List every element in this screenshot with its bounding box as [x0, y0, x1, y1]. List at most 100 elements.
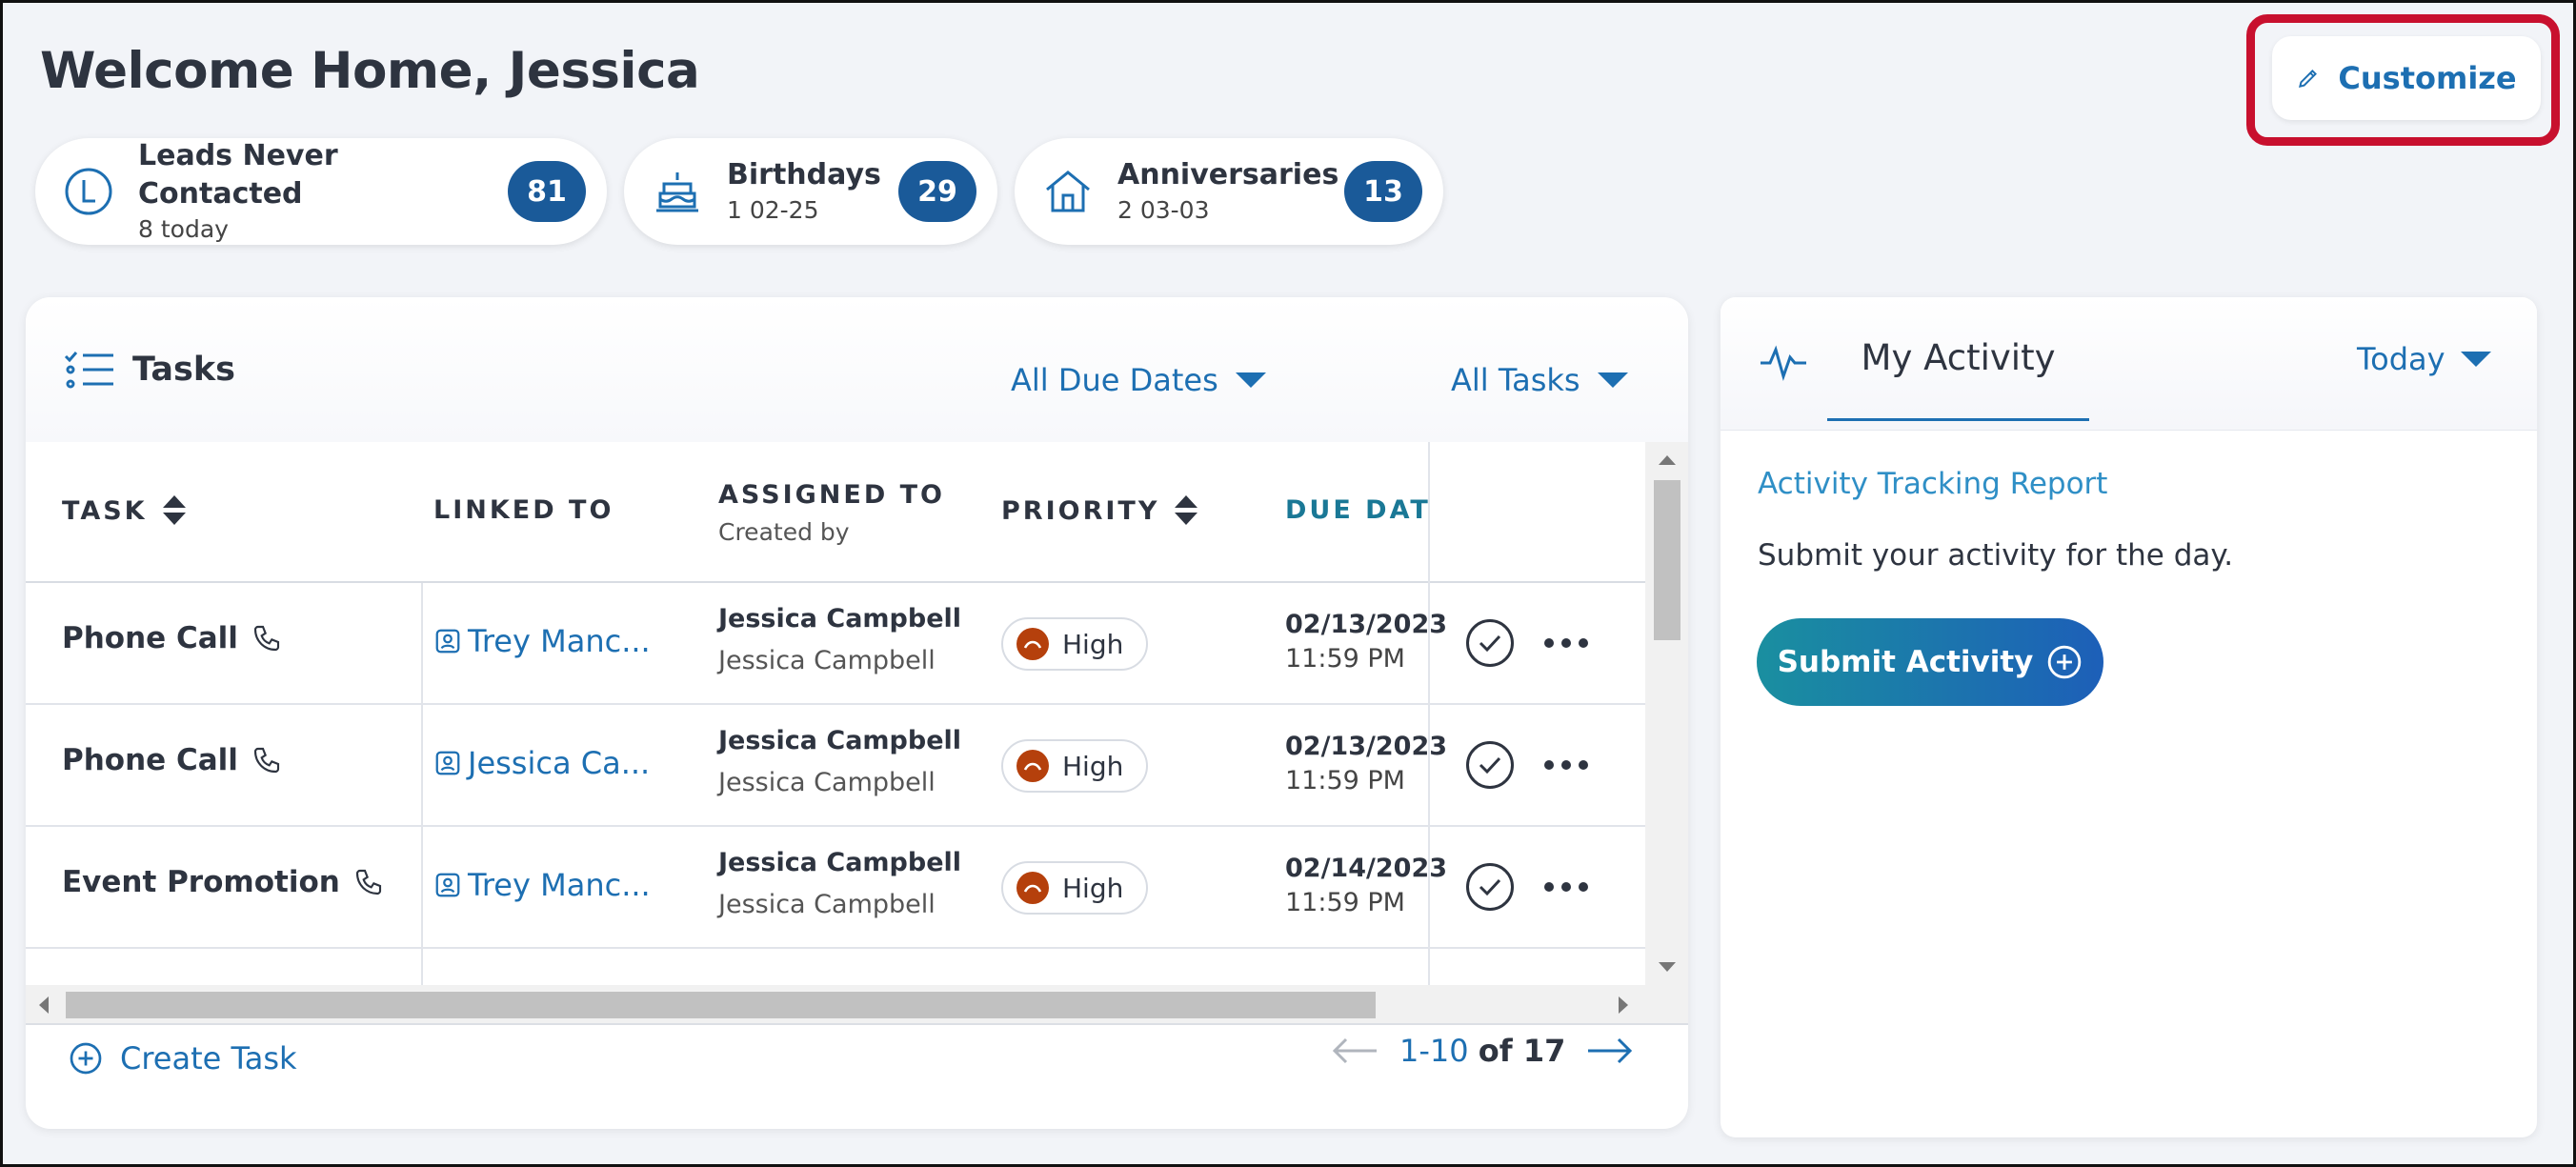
caret-down-icon — [2460, 352, 2491, 367]
vertical-scroll-thumb[interactable] — [1654, 480, 1680, 640]
linked-contact-link[interactable]: Trey Manc... — [433, 867, 651, 903]
stat-count-badge: 29 — [898, 161, 976, 222]
assigned-cell: Jessica Campbell Jessica Campbell — [718, 842, 961, 926]
sort-icon[interactable] — [1175, 495, 1198, 526]
next-page-arrow-icon[interactable] — [1586, 1036, 1634, 1065]
assigned-cell: Jessica Campbell Jessica Campbell — [718, 598, 961, 682]
due-dates-filter[interactable]: All Due Dates — [1011, 362, 1266, 398]
phone-icon — [355, 869, 381, 895]
assigned-to: Jessica Campbell — [718, 604, 962, 634]
scroll-up-arrow-icon[interactable] — [1659, 455, 1676, 465]
stat-birthdays[interactable]: Birthdays 1 02-25 29 — [624, 138, 997, 245]
tasks-card: Tasks All Due Dates All Tasks TASK LINKE… — [26, 297, 1688, 1129]
due-time: 11:59 PM — [1285, 766, 1405, 795]
tasks-filter[interactable]: All Tasks — [1451, 362, 1628, 398]
activity-period-label: Today — [2357, 341, 2445, 377]
task-list-icon — [64, 349, 115, 396]
complete-task-icon[interactable] — [1466, 863, 1514, 911]
priority-label: High — [1062, 872, 1124, 904]
create-task-label: Create Task — [120, 1040, 297, 1076]
task-cell: Phone Call — [62, 743, 282, 777]
created-by: Jessica Campbell — [718, 646, 936, 675]
priority-label: High — [1062, 750, 1124, 782]
assigned-to: Jessica Campbell — [718, 726, 962, 755]
complete-task-icon[interactable] — [1466, 619, 1514, 667]
due-cell: 02/14/2023 11:59 PM — [1285, 852, 1447, 920]
pencil-icon — [2299, 70, 2318, 89]
stat-count-badge: 13 — [1344, 161, 1422, 222]
stat-leads-never-contacted[interactable]: Leads Never Contacted 8 today 81 — [35, 138, 607, 245]
linked-contact-link[interactable]: Trey Manc... — [433, 623, 651, 659]
due-date: 02/13/2023 — [1285, 610, 1448, 639]
table-row[interactable]: Phone Call Jessica Ca... Jessica Campbel… — [26, 705, 1645, 827]
activity-header: My Activity Today — [1721, 297, 2537, 431]
more-options-icon[interactable] — [1544, 638, 1588, 648]
tasks-header: Tasks All Due Dates All Tasks — [26, 297, 1688, 442]
customize-button[interactable]: Customize — [2272, 36, 2541, 120]
activity-pulse-icon — [1759, 342, 1808, 386]
table-row[interactable]: Event Promotion Trey Manc... Jessica Cam… — [26, 827, 1645, 949]
scroll-right-arrow-icon[interactable] — [1619, 996, 1628, 1014]
caret-down-icon — [1235, 372, 1266, 388]
due-date: 02/13/2023 — [1285, 732, 1448, 761]
stat-label: Birthdays — [727, 158, 881, 191]
linked-contact-link[interactable]: Jessica Ca... — [433, 745, 650, 781]
linked-contact-name: Jessica Ca... — [468, 745, 651, 781]
due-cell: 02/13/2023 11:59 PM — [1285, 730, 1447, 798]
row-actions — [1466, 619, 1588, 667]
prev-page-arrow-icon[interactable] — [1331, 1036, 1379, 1065]
tasks-title: Tasks — [132, 351, 235, 389]
submit-activity-label: Submit Activity — [1777, 645, 2034, 679]
create-task-button[interactable]: Create Task — [69, 1040, 297, 1076]
stat-sub: 1 02-25 — [727, 196, 819, 224]
table-row[interactable]: Phone Call Trey Manc... Jessica Campbell… — [26, 583, 1645, 705]
activity-card: My Activity Today Activity Tracking Repo… — [1721, 297, 2537, 1137]
stat-count-badge: 81 — [508, 161, 586, 222]
cake-icon — [651, 165, 704, 218]
more-options-icon[interactable] — [1544, 882, 1588, 892]
complete-task-icon[interactable] — [1466, 741, 1514, 789]
vertical-scrollbar[interactable] — [1645, 442, 1688, 985]
due-time: 11:59 PM — [1285, 888, 1405, 917]
created-by: Jessica Campbell — [718, 890, 936, 919]
pagination: 1-10 of 17 — [1331, 1033, 1634, 1069]
assigned-cell: Jessica Campbell Jessica Campbell — [718, 720, 961, 804]
created-by: Jessica Campbell — [718, 768, 936, 797]
submit-activity-description: Submit your activity for the day. — [1758, 538, 2234, 573]
scroll-left-arrow-icon[interactable] — [39, 996, 49, 1014]
scroll-down-arrow-icon[interactable] — [1659, 962, 1676, 972]
stat-anniversaries[interactable]: Anniversaries 2 03-03 13 — [1015, 138, 1443, 245]
sort-icon[interactable] — [162, 495, 186, 526]
linked-contact-name: Trey Manc... — [468, 623, 651, 659]
phone-icon — [253, 747, 279, 774]
activity-tracking-report-link[interactable]: Activity Tracking Report — [1758, 467, 2107, 501]
priority-badge: High — [1001, 861, 1149, 915]
priority-high-icon — [1016, 750, 1049, 782]
page-range: 1-10 — [1399, 1033, 1469, 1069]
activity-period-dropdown[interactable]: Today — [2357, 341, 2491, 377]
page-title: Welcome Home, Jessica — [40, 42, 700, 100]
page-total: of 17 — [1478, 1033, 1566, 1069]
submit-activity-button[interactable]: Submit Activity — [1757, 618, 2103, 706]
contact-card-icon — [435, 751, 460, 775]
priority-badge: High — [1001, 617, 1149, 671]
contact-card-icon — [435, 629, 460, 654]
task-cell: Phone Call — [62, 621, 282, 655]
tasks-table: TASK LINKED TO ASSIGNED TO Created by PR… — [26, 442, 1688, 985]
more-options-icon[interactable] — [1544, 760, 1588, 770]
caret-down-icon — [1597, 372, 1628, 388]
leads-icon — [62, 165, 115, 218]
due-dates-filter-label: All Due Dates — [1011, 362, 1218, 398]
horizontal-scrollbar[interactable] — [26, 985, 1688, 1025]
column-linked-label: LINKED TO — [433, 495, 614, 525]
horizontal-scroll-thumb[interactable] — [66, 992, 1376, 1018]
column-due-date[interactable]: DUE DATE — [1285, 495, 1428, 525]
plus-circle-icon — [70, 1042, 102, 1075]
stat-label: Leads Never Contacted — [138, 139, 338, 211]
priority-label: High — [1062, 628, 1124, 660]
tab-my-activity[interactable]: My Activity — [1827, 297, 2089, 421]
column-priority[interactable]: PRIORITY — [1001, 495, 1198, 526]
column-task[interactable]: TASK — [62, 495, 186, 526]
due-cell: 02/13/2023 11:59 PM — [1285, 608, 1447, 676]
row-actions — [1466, 863, 1588, 911]
